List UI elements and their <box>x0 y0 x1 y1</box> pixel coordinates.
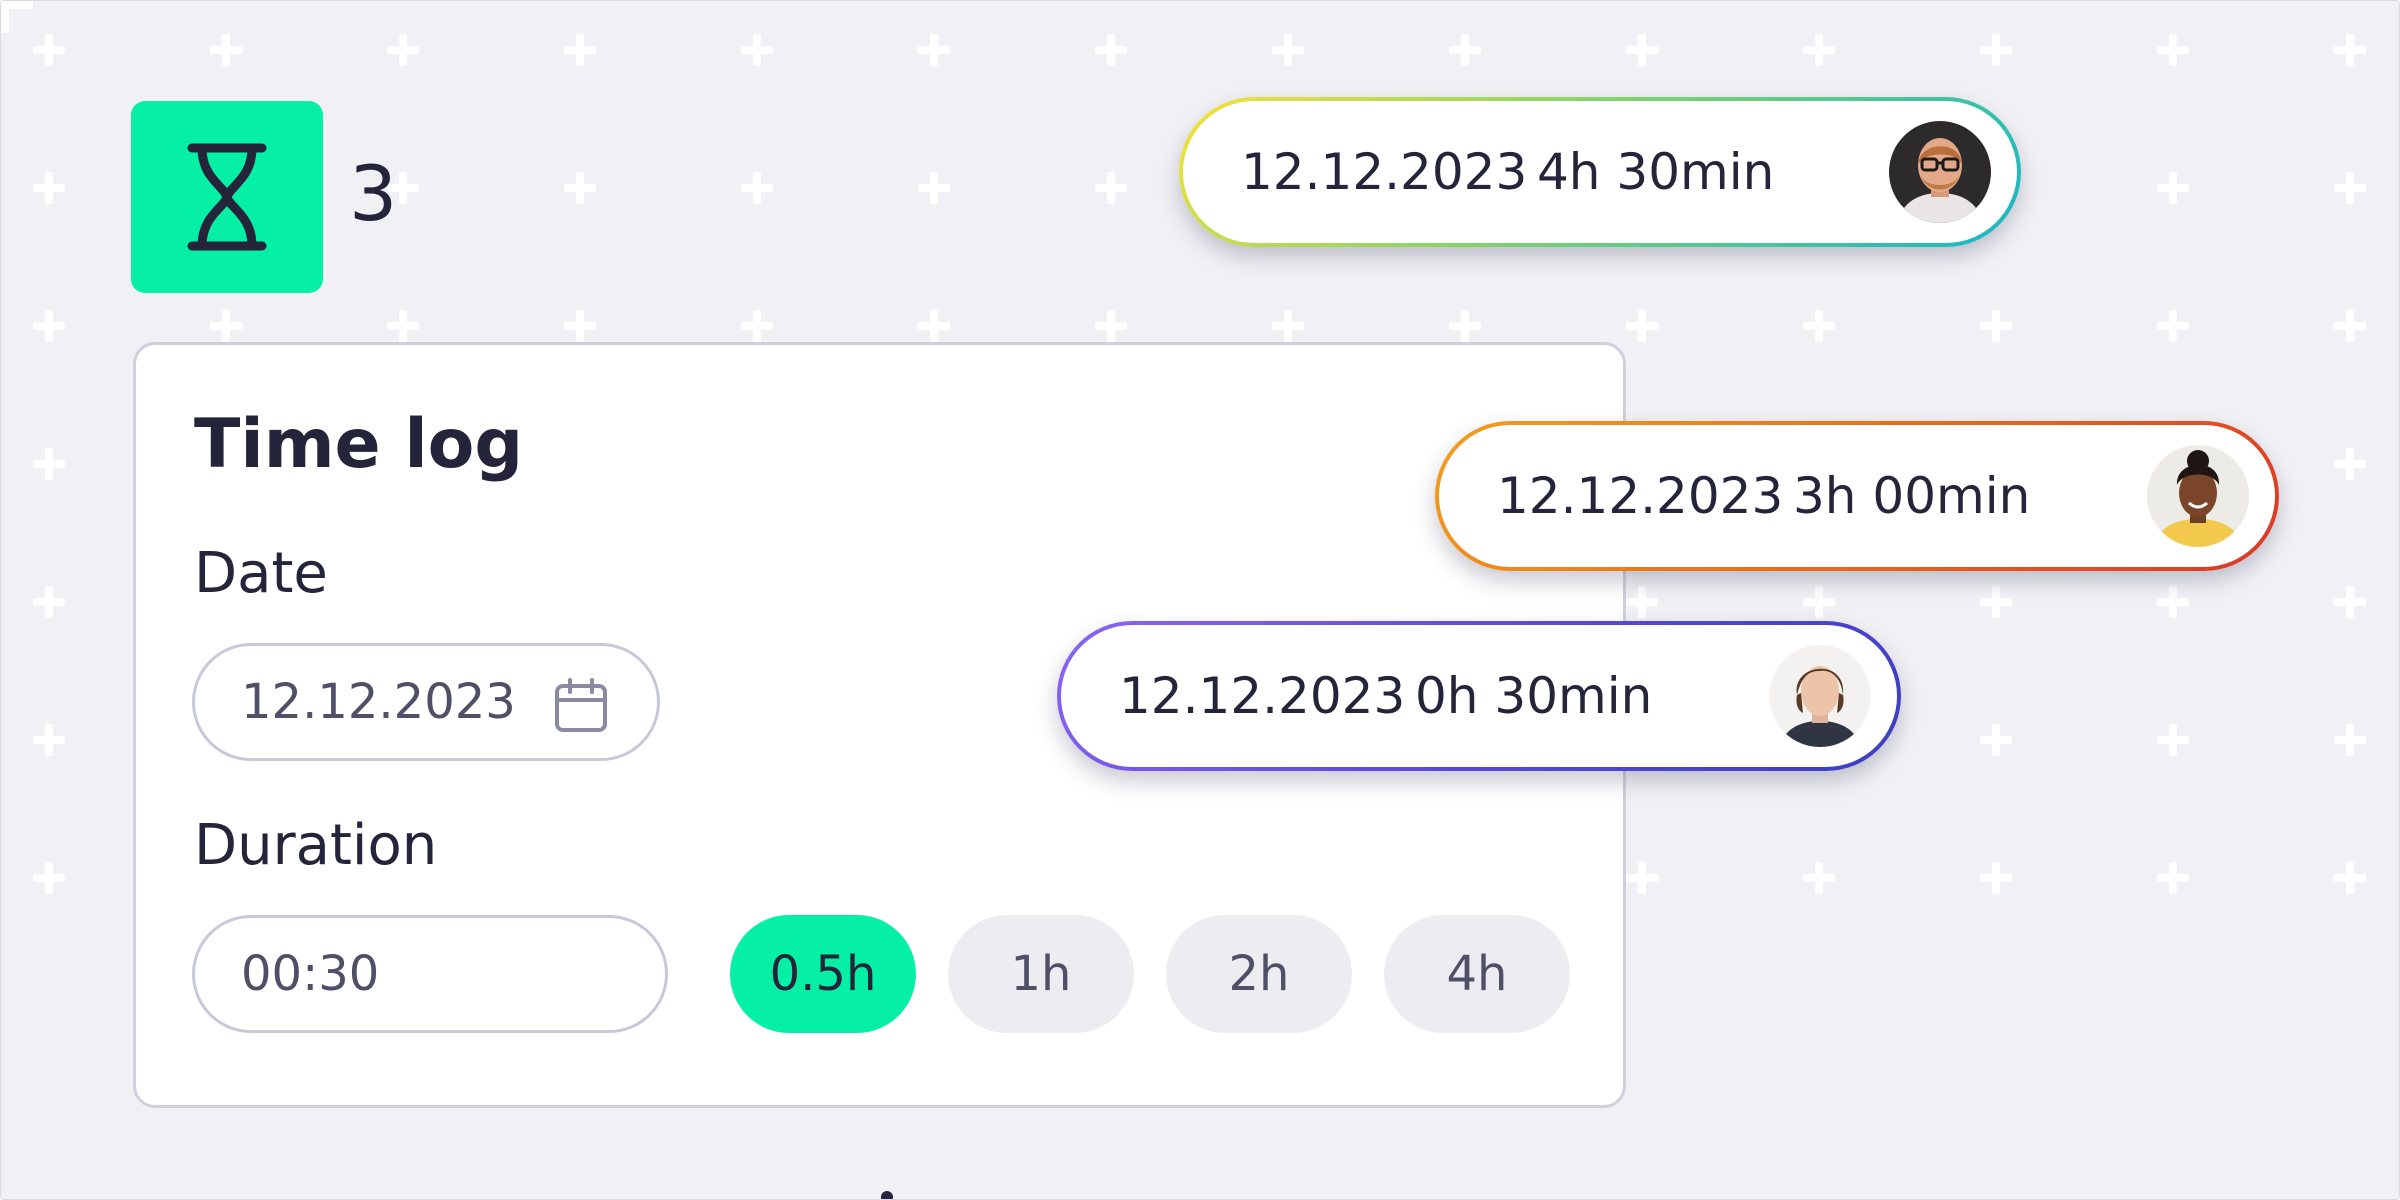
plus-decoration <box>1626 862 1658 894</box>
plus-decoration <box>2334 862 2366 894</box>
plus-decoration <box>1095 172 1127 204</box>
plus-decoration <box>1626 34 1658 66</box>
plus-decoration <box>1980 310 2012 342</box>
plus-decoration <box>33 862 65 894</box>
plus-decoration <box>1272 34 1304 66</box>
card-title: Time log <box>194 405 524 484</box>
plus-decoration <box>918 34 950 66</box>
preset-chip-0-5h[interactable]: 0.5h <box>730 915 916 1033</box>
entry-duration: 3h 00min <box>1793 467 2031 525</box>
time-entry-body: 12.12.2023 4h 30min <box>1183 101 2017 243</box>
plus-decoration <box>33 448 65 480</box>
plus-decoration <box>33 34 65 66</box>
plus-decoration <box>918 310 950 342</box>
duration-input[interactable]: 00:30 <box>192 915 668 1033</box>
plus-decoration <box>2334 586 2366 618</box>
plus-decoration <box>564 172 596 204</box>
entry-duration: 4h 30min <box>1537 143 1775 201</box>
plus-decoration <box>2157 724 2189 756</box>
hourglass-icon <box>187 143 267 251</box>
plus-decoration <box>1980 724 2012 756</box>
plus-decoration <box>33 172 65 204</box>
plus-decoration <box>741 310 773 342</box>
canvas: 3 Time log Date 12.12.2023 Duration 00:3… <box>0 0 2400 1200</box>
woman-smiling-avatar <box>2147 445 2249 547</box>
plus-decoration <box>1449 34 1481 66</box>
plus-decoration <box>1272 310 1304 342</box>
timer-count: 3 <box>349 149 398 238</box>
plus-decoration <box>2334 724 2366 756</box>
plus-decoration <box>918 172 950 204</box>
plus-decoration <box>1626 310 1658 342</box>
plus-decoration <box>1803 862 1835 894</box>
entry-date: 12.12.2023 <box>1119 667 1406 725</box>
plus-decoration <box>2157 34 2189 66</box>
plus-decoration <box>2157 172 2189 204</box>
preset-chip-1h[interactable]: 1h <box>948 915 1134 1033</box>
calendar-icon[interactable] <box>553 678 609 734</box>
entry-date: 12.12.2023 <box>1497 467 1784 525</box>
plus-decoration <box>1626 586 1658 618</box>
time-entry-card[interactable]: 12.12.2023 4h 30min <box>1179 97 2021 247</box>
duration-label: Duration <box>194 813 438 878</box>
plus-decoration <box>1803 34 1835 66</box>
time-entry-card[interactable]: 12.12.2023 0h 30min <box>1057 621 1901 771</box>
plus-decoration <box>33 724 65 756</box>
plus-decoration <box>2157 310 2189 342</box>
plus-decoration <box>2334 172 2366 204</box>
plus-decoration <box>387 310 419 342</box>
date-input[interactable]: 12.12.2023 <box>192 643 660 761</box>
plus-decoration <box>564 310 596 342</box>
plus-decoration <box>2334 34 2366 66</box>
plus-decoration <box>2157 586 2189 618</box>
entry-duration: 0h 30min <box>1415 667 1653 725</box>
plus-decoration <box>210 34 242 66</box>
preset-chip-4h[interactable]: 4h <box>1384 915 1570 1033</box>
entry-date: 12.12.2023 <box>1241 143 1528 201</box>
plus-decoration <box>1803 310 1835 342</box>
plus-decoration <box>387 34 419 66</box>
plus-decoration <box>2334 448 2366 480</box>
plus-decoration <box>1449 310 1481 342</box>
plus-decoration <box>1980 34 2012 66</box>
plus-decoration <box>2157 862 2189 894</box>
plus-decoration <box>210 310 242 342</box>
plus-decoration <box>741 172 773 204</box>
plus-decoration <box>1095 34 1127 66</box>
time-entry-card[interactable]: 12.12.2023 3h 00min <box>1435 421 2279 571</box>
plus-decoration <box>741 34 773 66</box>
date-input-value: 12.12.2023 <box>241 674 516 730</box>
preset-chip-2h[interactable]: 2h <box>1166 915 1352 1033</box>
timer-badge <box>131 101 323 293</box>
plus-decoration <box>1980 586 2012 618</box>
plus-decoration <box>564 34 596 66</box>
plus-decoration <box>1095 310 1127 342</box>
date-label: Date <box>194 541 328 606</box>
scroll-indicator <box>881 1191 893 1199</box>
plus-decoration <box>1980 862 2012 894</box>
young-man-avatar <box>1769 645 1871 747</box>
duration-input-value: 00:30 <box>241 946 380 1002</box>
plus-decoration <box>33 310 65 342</box>
man-with-glasses-avatar <box>1889 121 1991 223</box>
plus-decoration <box>33 586 65 618</box>
time-entry-body: 12.12.2023 3h 00min <box>1439 425 2275 567</box>
plus-decoration <box>1803 586 1835 618</box>
time-entry-body: 12.12.2023 0h 30min <box>1061 625 1897 767</box>
plus-decoration <box>2334 310 2366 342</box>
